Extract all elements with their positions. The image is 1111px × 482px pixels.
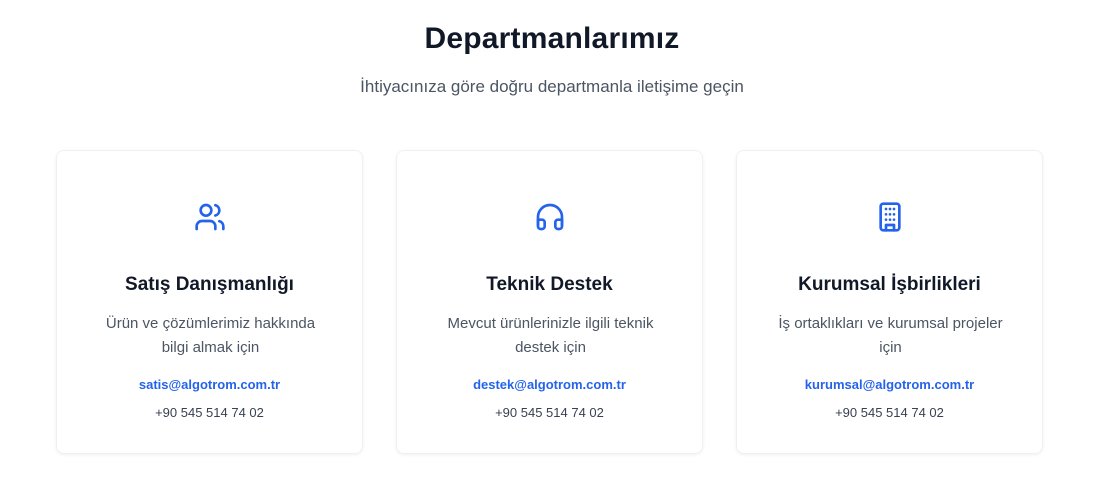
card-description: Mevcut ürünlerinizle ilgili teknik deste… bbox=[447, 315, 654, 356]
department-cards: Satış Danışmanlığı Ürün ve çözümlerimiz … bbox=[56, 150, 1043, 454]
phone-number: +90 545 514 74 02 bbox=[155, 405, 264, 420]
department-card-corporate: Kurumsal İşbirlikleri İş ortaklıkları ve… bbox=[736, 150, 1043, 454]
email-link[interactable]: kurumsal@algotrom.com.tr bbox=[737, 377, 1042, 392]
card-title: Teknik Destek bbox=[486, 274, 613, 295]
headphones-icon bbox=[536, 203, 563, 231]
section-title: Departmanlarımız bbox=[424, 22, 680, 55]
email-link[interactable]: satis@algotrom.com.tr bbox=[57, 377, 362, 392]
phone-number: +90 545 514 74 02 bbox=[495, 405, 604, 420]
card-title: Kurumsal İşbirlikleri bbox=[798, 274, 981, 295]
department-card-support: Teknik Destek Mevcut ürünlerinizle ilgil… bbox=[396, 150, 703, 454]
department-card-sales: Satış Danışmanlığı Ürün ve çözümlerimiz … bbox=[56, 150, 363, 454]
building-icon bbox=[878, 202, 901, 232]
phone-number: +90 545 514 74 02 bbox=[835, 405, 944, 420]
card-description: Ürün ve çözümlerimiz hakkında bilgi alma… bbox=[105, 315, 316, 356]
section-subtitle: İhtiyacınıza göre doğru departmanla ilet… bbox=[360, 77, 744, 96]
email-link[interactable]: destek@algotrom.com.tr bbox=[397, 377, 702, 392]
card-description: İş ortaklıkları ve kurumsal projeler içi… bbox=[778, 315, 1003, 356]
departments-section: Departmanlarımız İhtiyacınıza göre doğru… bbox=[0, 0, 1111, 482]
users-icon bbox=[194, 203, 225, 231]
card-title: Satış Danışmanlığı bbox=[125, 274, 294, 295]
